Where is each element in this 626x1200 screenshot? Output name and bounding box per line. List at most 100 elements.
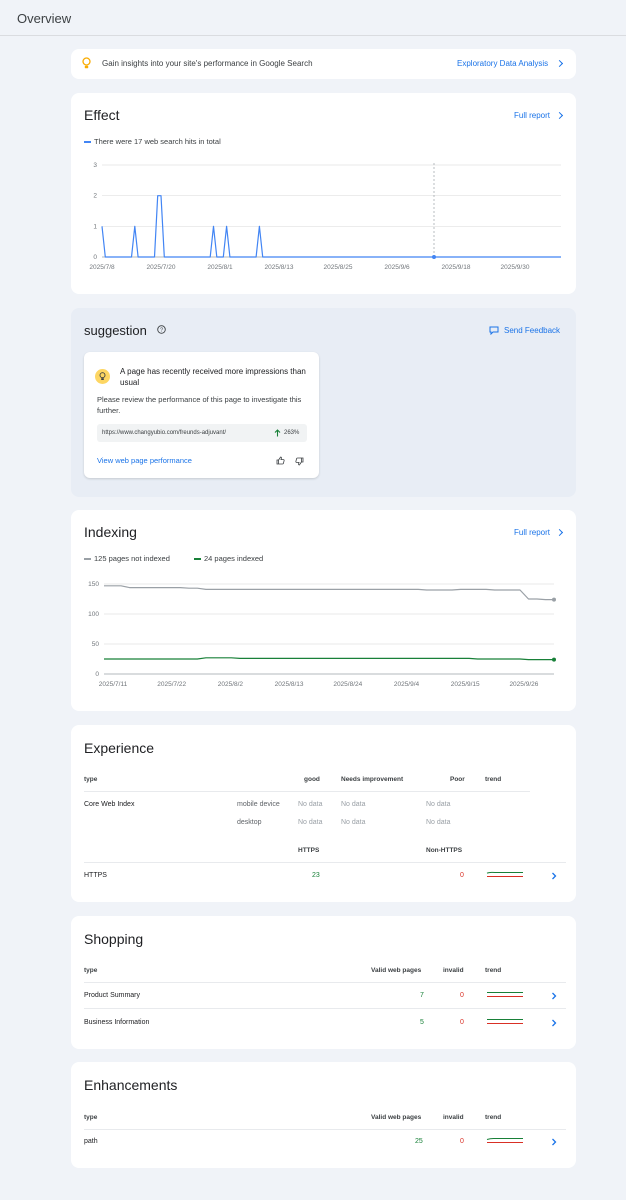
chevron-right-icon[interactable] — [551, 1138, 557, 1146]
col-header-non-https: Non-HTTPS — [426, 847, 463, 854]
row-valid: 5 — [420, 1019, 424, 1026]
row-invalid: 0 — [460, 1019, 464, 1026]
table-row[interactable]: Business Information 5 0 — [71, 1009, 576, 1035]
https-count: 23 — [312, 872, 320, 879]
suggestion-title: suggestion — [84, 323, 147, 338]
hover-point — [432, 255, 436, 259]
page-url: https://www.changyubio.com/freunds-adjuv… — [102, 430, 227, 436]
row-invalid: 0 — [460, 1138, 464, 1145]
exploratory-analysis-link[interactable]: Exploratory Data Analysis — [457, 59, 548, 68]
https-label: HTTPS — [84, 872, 107, 879]
help-icon[interactable]: ? — [157, 325, 166, 334]
series-line — [104, 657, 554, 661]
divider — [84, 862, 566, 863]
indexing-title: Indexing — [84, 524, 137, 540]
insights-text: Gain insights into your site's performan… — [102, 59, 313, 68]
suggestion-card: A page has recently received more impres… — [84, 352, 319, 478]
trend-sparkline — [486, 1137, 523, 1143]
x-tick-label: 2025/7/11 — [99, 681, 128, 688]
series-end-point — [552, 657, 556, 662]
y-tick-label: 100 — [88, 611, 99, 618]
mobile-needs: No data — [341, 801, 366, 808]
x-tick-label: 2025/9/26 — [509, 681, 538, 688]
core-web-label: Core Web Index — [84, 801, 135, 808]
legend-indexed: 24 pages indexed — [204, 554, 264, 563]
thumbs-down-icon[interactable] — [295, 457, 304, 466]
feedback-icon[interactable] — [489, 326, 499, 335]
view-performance-link[interactable]: View web page performance — [97, 456, 192, 465]
url-row: https://www.changyubio.com/freunds-adjuv… — [97, 424, 307, 442]
shopping-card: Shopping type Valid web pages invalid tr… — [71, 916, 576, 1049]
x-tick-label: 2025/9/15 — [451, 681, 480, 688]
col-header-valid: Valid web pages — [371, 1114, 422, 1121]
row-valid: 7 — [420, 992, 424, 999]
y-tick-label: 0 — [95, 671, 99, 678]
series-end-point — [552, 597, 556, 602]
chevron-right-icon[interactable] — [551, 992, 557, 1000]
mobile-poor: No data — [426, 801, 451, 808]
chevron-right-icon[interactable] — [555, 528, 564, 537]
col-header-invalid: invalid — [443, 1114, 464, 1121]
legend-swatch-not-indexed — [84, 558, 91, 560]
desktop-needs: No data — [341, 819, 366, 826]
legend-swatch — [84, 141, 91, 143]
x-tick-label: 2025/8/1 — [207, 264, 233, 271]
col-header-poor: Poor — [450, 776, 465, 783]
effect-legend: There were 17 web search hits in total — [94, 137, 221, 146]
desktop-good: No data — [298, 819, 323, 826]
x-tick-label: 2025/9/6 — [384, 264, 410, 271]
y-tick-label: 2 — [93, 193, 97, 200]
col-header-type: type — [84, 776, 98, 783]
experience-title: Experience — [84, 740, 155, 756]
col-header-trend: trend — [485, 776, 502, 783]
col-header-needs: Needs improvement — [341, 776, 404, 783]
chevron-right-icon[interactable] — [555, 59, 564, 68]
enhancements-title: Enhancements — [84, 1077, 178, 1093]
col-header-good: good — [304, 776, 320, 783]
send-feedback-link[interactable]: Send Feedback — [504, 326, 560, 335]
chevron-right-icon[interactable] — [551, 1019, 557, 1027]
x-tick-label: 2025/7/8 — [89, 264, 115, 271]
col-header-https: HTTPS — [298, 847, 320, 854]
x-tick-label: 2025/8/2 — [218, 681, 244, 688]
table-row[interactable]: path 25 0 — [71, 1129, 576, 1155]
x-tick-label: 2025/9/4 — [394, 681, 420, 688]
indexing-chart[interactable]: 0 50 100 150 2025/7/11 2025/7/22 2025/8/2 2025/… — [71, 572, 576, 697]
y-tick-label: 150 — [88, 581, 99, 588]
desktop-poor: No data — [426, 819, 451, 826]
lightbulb-icon — [99, 372, 106, 380]
y-tick-label: 1 — [93, 223, 97, 230]
col-header-type: type — [84, 1114, 98, 1121]
shopping-title: Shopping — [84, 931, 144, 947]
experience-card: Experience type good Needs improvement P… — [71, 725, 576, 902]
x-tick-label: 2025/8/24 — [333, 681, 362, 688]
effect-full-report-link[interactable]: Full report — [514, 111, 550, 120]
x-tick-label: 2025/8/25 — [324, 264, 353, 271]
row-label: path — [84, 1138, 98, 1145]
insights-banner: Gain insights into your site's performan… — [71, 49, 576, 79]
row-label: Business Information — [84, 1019, 150, 1026]
x-tick-label: 2025/8/13 — [275, 681, 304, 688]
chevron-right-icon[interactable] — [555, 111, 564, 120]
trend-sparkline — [486, 871, 523, 877]
chevron-right-icon[interactable] — [551, 872, 557, 880]
x-tick-label: 2025/7/22 — [157, 681, 186, 688]
suggestion-panel: suggestion ? Send Feedback A page has re… — [71, 308, 576, 497]
lightbulb-icon-badge — [95, 369, 110, 384]
effect-chart[interactable]: 0 1 2 3 2025/7/8 2025/7/20 2025/8/1 2025/8/13 20… — [71, 153, 576, 278]
col-header-trend: trend — [485, 967, 502, 974]
divider — [84, 791, 530, 792]
mobile-good: No data — [298, 801, 323, 808]
col-header-invalid: invalid — [443, 967, 464, 974]
lightbulb-icon — [82, 57, 91, 69]
col-header-trend: trend — [485, 1114, 502, 1121]
indexing-full-report-link[interactable]: Full report — [514, 528, 550, 537]
thumbs-up-icon[interactable] — [276, 456, 285, 465]
effect-title: Effect — [84, 107, 120, 123]
top-bar: Overview — [0, 0, 626, 36]
page-title: Overview — [17, 11, 72, 26]
x-tick-label: 2025/9/18 — [442, 264, 471, 271]
row-label: Product Summary — [84, 992, 141, 999]
table-row[interactable]: Product Summary 7 0 — [71, 982, 576, 1008]
legend-not-indexed: 125 pages not indexed — [94, 554, 170, 563]
